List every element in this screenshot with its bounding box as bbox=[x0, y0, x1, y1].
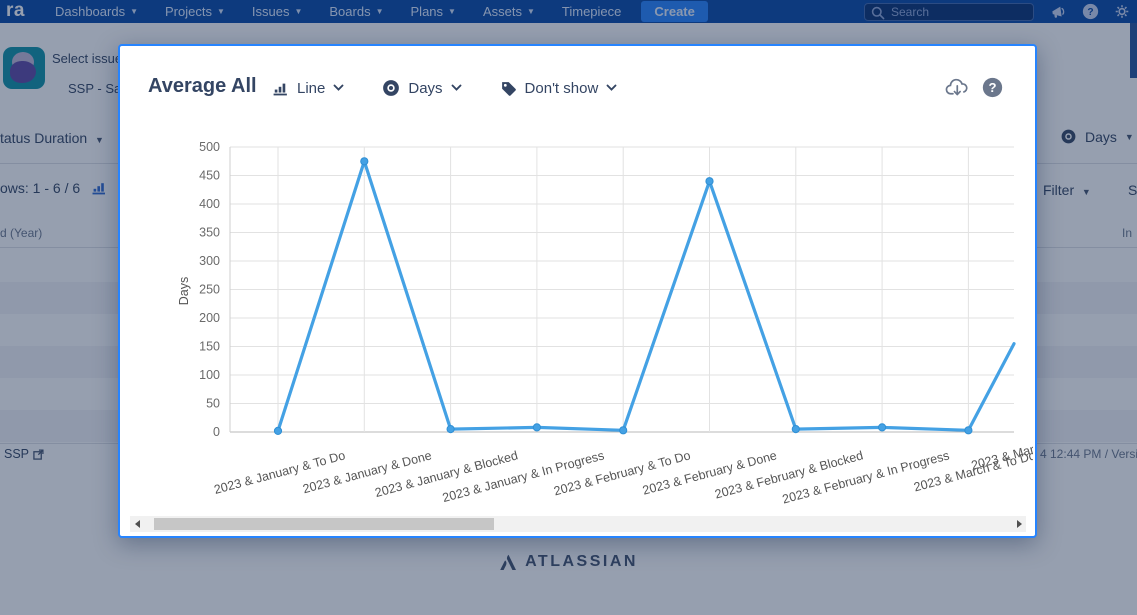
data-point[interactable] bbox=[361, 158, 368, 165]
chevron-down-icon bbox=[451, 84, 462, 92]
bar-chart-icon bbox=[272, 80, 289, 97]
svg-text:450: 450 bbox=[199, 169, 220, 183]
svg-text:300: 300 bbox=[199, 254, 220, 268]
chart-horizontal-scrollbar[interactable] bbox=[130, 516, 1026, 532]
y-axis-label: Days bbox=[177, 277, 191, 305]
y-gridlines-and-ticks: 0 50 100 150 200 250 300 350 400 450 500 bbox=[199, 141, 1014, 439]
chart-controls: Line Days Don't show bbox=[272, 79, 617, 97]
eye-icon bbox=[382, 79, 400, 97]
svg-text:?: ? bbox=[988, 80, 996, 95]
tag-icon bbox=[500, 80, 517, 97]
svg-text:0: 0 bbox=[213, 425, 220, 439]
scroll-left-arrow[interactable] bbox=[130, 516, 144, 532]
chart-series bbox=[274, 158, 1014, 435]
svg-text:400: 400 bbox=[199, 197, 220, 211]
dialog-help-button[interactable]: ? bbox=[982, 77, 1003, 98]
scrollbar-thumb[interactable] bbox=[154, 518, 494, 530]
data-point[interactable] bbox=[620, 427, 627, 434]
cloud-download-icon bbox=[945, 77, 970, 98]
x-axis-labels: 2023 & January & To Do2023 & January & D… bbox=[212, 442, 1033, 506]
download-chart-button[interactable] bbox=[945, 77, 970, 98]
svg-text:350: 350 bbox=[199, 226, 220, 240]
data-point[interactable] bbox=[965, 427, 972, 434]
svg-text:250: 250 bbox=[199, 283, 220, 297]
data-point[interactable] bbox=[792, 426, 799, 433]
svg-text:200: 200 bbox=[199, 311, 220, 325]
question-circle-icon: ? bbox=[982, 77, 1003, 98]
line-dropdown[interactable]: Line bbox=[272, 80, 344, 97]
dialog-title: Average All bbox=[148, 75, 257, 98]
data-point[interactable] bbox=[447, 426, 454, 433]
don-t-show-dropdown[interactable]: Don't show bbox=[500, 80, 618, 97]
line-chart: 0 50 100 150 200 250 300 350 400 450 500 Days 2023 &… bbox=[120, 141, 1033, 506]
data-point[interactable] bbox=[274, 427, 281, 434]
chevron-down-icon bbox=[333, 84, 344, 92]
average-all-dialog: Average All Line Days Don't show ? 0 50 100 1… bbox=[118, 44, 1037, 538]
scroll-right-arrow[interactable] bbox=[1012, 516, 1026, 532]
page-scrollbar-thumb[interactable] bbox=[1130, 23, 1137, 78]
dialog-actions: ? bbox=[945, 77, 1003, 98]
svg-text:500: 500 bbox=[199, 141, 220, 154]
svg-text:150: 150 bbox=[199, 340, 220, 354]
svg-text:50: 50 bbox=[206, 397, 220, 411]
data-point[interactable] bbox=[533, 424, 540, 431]
data-point[interactable] bbox=[706, 178, 713, 185]
svg-text:100: 100 bbox=[199, 368, 220, 382]
data-point[interactable] bbox=[879, 424, 886, 431]
chevron-down-icon bbox=[606, 84, 617, 92]
days-dropdown[interactable]: Days bbox=[382, 79, 461, 97]
